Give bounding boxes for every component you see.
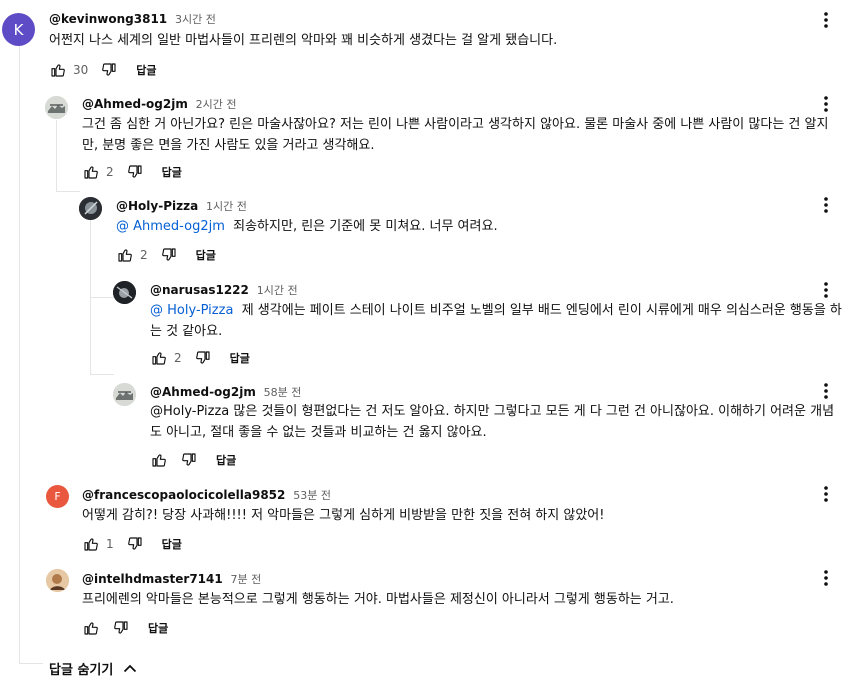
like-count: 2 [106, 165, 114, 179]
reply-button[interactable]: 답글 [162, 536, 182, 552]
thread-line [90, 280, 91, 298]
hide-replies-button[interactable]: 답글 숨기기 [49, 659, 137, 678]
comment-body: 제 생각에는 페이트 스테이 나이트 비주얼 노벨의 일부 배드 엔딩에서 린이… [150, 303, 842, 339]
avatar[interactable] [113, 281, 136, 304]
avatar[interactable] [113, 383, 136, 406]
thumb-down-icon[interactable] [100, 61, 118, 79]
comment-header: @kevinwong3811 3시간 전 [49, 11, 216, 28]
more-vert-icon[interactable] [821, 279, 831, 301]
author-name[interactable]: @narusas1222 [150, 283, 249, 297]
avatar[interactable] [79, 197, 102, 220]
comment-time[interactable]: 3시간 전 [175, 13, 216, 26]
thread-line [90, 374, 114, 375]
thumb-up-icon[interactable] [49, 61, 67, 79]
comment-text: @ Holy-Pizza 제 생각에는 페이트 스테이 나이트 비주얼 노벨의 … [150, 300, 842, 342]
reply-button[interactable]: 답글 [136, 62, 156, 78]
thumb-down-icon[interactable] [180, 451, 198, 469]
comment-header: @Ahmed-og2jm 2시간 전 [82, 96, 237, 113]
comment-actions: 답글 [82, 619, 168, 637]
comment-time[interactable]: 7분 전 [231, 573, 262, 586]
reply-button[interactable]: 답글 [196, 247, 216, 263]
thread-line [19, 46, 20, 664]
thread-line [56, 120, 57, 192]
comment-text: 그건 좀 심한 거 아닌가요? 린은 마술사잖아요? 저는 린이 나쁜 사람이라… [82, 117, 829, 153]
comment-actions: 30 답글 [49, 61, 157, 79]
comment-actions: 1 답글 [82, 535, 182, 553]
comment-time[interactable]: 58분 전 [264, 386, 302, 399]
reply-button[interactable]: 답글 [230, 350, 250, 366]
comment-time[interactable]: 1시간 전 [206, 200, 247, 213]
mention-link[interactable]: @ Holy-Pizza [150, 303, 233, 318]
comment-actions: 2 답글 [82, 163, 182, 181]
comment-time[interactable]: 1시간 전 [257, 284, 298, 297]
author-name[interactable]: @francescopaolocicolella9852 [82, 488, 285, 502]
thumb-down-icon[interactable] [112, 619, 130, 637]
mention-link[interactable]: @ Ahmed-og2jm [116, 219, 225, 234]
chevron-up-icon [123, 664, 137, 673]
more-vert-icon[interactable] [821, 9, 831, 31]
avatar-letter: F [54, 490, 61, 503]
thumb-down-icon[interactable] [160, 246, 178, 264]
like-count: 2 [174, 351, 182, 365]
more-vert-icon[interactable] [821, 483, 831, 505]
thread-line [19, 663, 43, 664]
thumb-down-icon[interactable] [194, 349, 212, 367]
comment-header: @intelhdmaster7141 7분 전 [82, 571, 261, 588]
like-count: 2 [140, 248, 148, 262]
thread-line [90, 297, 114, 298]
comment-actions: 2 답글 [116, 246, 216, 264]
author-name[interactable]: @Holy-Pizza [116, 199, 198, 213]
comment-time[interactable]: 53분 전 [293, 489, 331, 502]
comment-text: @Holy-Pizza 많은 것들이 형편없다는 건 저도 알아요. 하지만 그… [150, 404, 835, 440]
reply-button[interactable]: 답글 [148, 620, 168, 636]
comment-header: @narusas1222 1시간 전 [150, 282, 298, 299]
author-name[interactable]: @Ahmed-og2jm [82, 97, 188, 111]
more-vert-icon[interactable] [821, 567, 831, 589]
avatar[interactable]: F [46, 485, 69, 508]
thumb-up-icon[interactable] [150, 451, 168, 469]
comment-body: 죄송하지만, 린은 기준에 못 미쳐요. 너무 여려요. [233, 219, 498, 234]
comment-actions: 2 답글 [150, 349, 250, 367]
thumb-up-icon[interactable] [150, 349, 168, 367]
more-vert-icon[interactable] [821, 194, 831, 216]
avatar[interactable] [46, 569, 69, 592]
avatar[interactable]: K [2, 13, 35, 46]
avatar[interactable] [45, 96, 68, 119]
comment-header: @Ahmed-og2jm 58분 전 [150, 384, 301, 401]
reply-button[interactable]: 답글 [216, 452, 236, 468]
more-vert-icon[interactable] [821, 93, 831, 115]
comment-time[interactable]: 2시간 전 [196, 98, 237, 111]
more-vert-icon[interactable] [821, 380, 831, 402]
author-name[interactable]: @Ahmed-og2jm [150, 385, 256, 399]
comment-header: @Holy-Pizza 1시간 전 [116, 198, 247, 215]
comment-actions: 답글 [150, 451, 236, 469]
comment-text: 프리에렌의 악마들은 본능적으로 그렇게 행동하는 거야. 마법사들은 제정신이… [82, 592, 674, 607]
avatar-letter: K [13, 20, 24, 39]
comment-text: 어쩐지 나스 세계의 일반 마법사들이 프리렌의 악마와 꽤 비슷하게 생겼다는… [49, 33, 558, 48]
like-count: 30 [73, 63, 89, 77]
thumb-down-icon[interactable] [126, 163, 144, 181]
author-name[interactable]: @intelhdmaster7141 [82, 572, 223, 586]
like-count: 1 [106, 537, 114, 551]
thumb-up-icon[interactable] [116, 246, 134, 264]
thumb-up-icon[interactable] [82, 619, 100, 637]
thumb-up-icon[interactable] [82, 535, 100, 553]
author-name[interactable]: @kevinwong3811 [49, 12, 167, 26]
comment-header: @francescopaolocicolella9852 53분 전 [82, 487, 331, 504]
hide-replies-label: 답글 숨기기 [49, 663, 114, 678]
comment-text: 어떻게 감히?! 당장 사과해!!!! 저 악마들은 그렇게 심하게 비방받을 … [82, 508, 605, 523]
thread-line [56, 191, 80, 192]
thumb-down-icon[interactable] [126, 535, 144, 553]
reply-button[interactable]: 답글 [162, 164, 182, 180]
thumb-up-icon[interactable] [82, 163, 100, 181]
comment-text: @ Ahmed-og2jm 죄송하지만, 린은 기준에 못 미쳐요. 너무 여려… [116, 216, 816, 237]
